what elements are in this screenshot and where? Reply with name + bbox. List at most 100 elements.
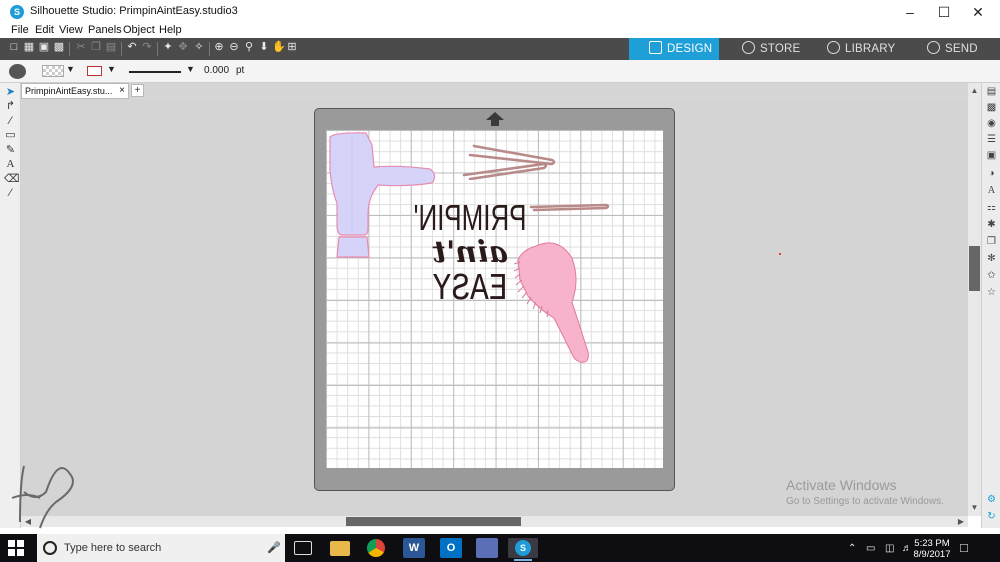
edit-points-icon[interactable]: ✧ xyxy=(193,41,205,53)
vertical-scrollbar[interactable]: ▲ ▼ xyxy=(968,83,981,516)
select-all-icon[interactable]: ✦ xyxy=(162,41,174,53)
minimize-icon[interactable]: – xyxy=(893,0,927,24)
transform-panel-icon[interactable]: ✻ xyxy=(985,252,998,265)
fill-palette-icon[interactable] xyxy=(9,64,26,79)
silhouette-studio-icon[interactable]: S xyxy=(508,538,538,561)
line-tool-icon[interactable]: ∕ xyxy=(4,115,17,128)
bobby-pin-pair-shape[interactable] xyxy=(460,140,558,180)
close-tab-icon[interactable]: × xyxy=(119,84,125,98)
fill-panel-icon[interactable]: ◉ xyxy=(985,117,998,130)
battery-icon[interactable]: ▭ xyxy=(866,543,875,554)
design-grid-icon xyxy=(649,41,662,54)
image-panel-icon[interactable]: ▩ xyxy=(985,101,998,114)
tab-send[interactable]: SEND xyxy=(915,38,995,60)
line-style-preview[interactable] xyxy=(129,71,181,73)
search-placeholder: Type here to search xyxy=(64,542,162,554)
favorites-star-icon[interactable]: ☆ xyxy=(985,286,998,299)
file-explorer-icon[interactable] xyxy=(330,541,350,556)
cut-icon[interactable]: ✂ xyxy=(75,41,87,53)
menu-view[interactable]: View xyxy=(59,24,83,36)
refresh-icon[interactable]: ↻ xyxy=(985,510,998,523)
volume-icon[interactable]: ♬ xyxy=(902,543,912,554)
outlook-icon[interactable]: O xyxy=(440,538,462,558)
scroll-down-icon[interactable]: ▼ xyxy=(968,503,981,513)
menu-help[interactable]: Help xyxy=(159,24,182,36)
line-width-field[interactable]: 0.000 xyxy=(204,65,229,76)
paste-icon[interactable]: ▤ xyxy=(105,41,117,53)
redo-icon[interactable]: ↷ xyxy=(141,41,153,53)
text-tool-icon[interactable]: A xyxy=(4,158,17,171)
close-icon[interactable]: ✕ xyxy=(961,0,995,24)
align-panel-icon[interactable]: ⚏ xyxy=(985,201,998,214)
zoom-out-icon[interactable]: ⊖ xyxy=(228,41,240,53)
silhouette-app-icon: S xyxy=(10,5,24,19)
chevron-down-icon[interactable]: ▼ xyxy=(66,64,75,74)
fit-page-icon[interactable]: ⊞ xyxy=(286,41,298,53)
scroll-right-icon[interactable]: ▶ xyxy=(956,516,966,527)
horizontal-scroll-thumb[interactable] xyxy=(346,517,521,526)
taskbar-clock[interactable]: 5:23 PM 8/9/2017 xyxy=(912,538,952,560)
knife-tool-icon[interactable]: ⁄ xyxy=(4,187,17,200)
word-icon[interactable]: W xyxy=(403,538,425,558)
taskbar-search-box[interactable]: Type here to search 🎤 xyxy=(37,534,285,562)
design-text-aint[interactable]: ain't xyxy=(350,235,590,270)
print-icon[interactable]: ▩ xyxy=(53,41,65,53)
scroll-up-icon[interactable]: ▲ xyxy=(968,86,981,96)
menu-edit[interactable]: Edit xyxy=(35,24,54,36)
offset-panel-icon[interactable]: ▣ xyxy=(985,149,998,162)
network-app-icon[interactable] xyxy=(476,538,498,558)
chevron-up-icon[interactable]: ⌃ xyxy=(848,543,856,554)
zoom-select-icon[interactable]: ⚲ xyxy=(243,41,255,53)
windows-start-icon[interactable] xyxy=(8,540,24,556)
hand-pan-icon[interactable]: ✋ xyxy=(272,41,286,53)
design-text-easy[interactable]: EASY xyxy=(372,268,569,311)
deselect-icon[interactable]: ✥ xyxy=(177,41,189,53)
point-edit-icon[interactable]: ↱ xyxy=(4,100,17,113)
tab-store[interactable]: STORE xyxy=(728,38,808,60)
rectangle-tool-icon[interactable]: ▭ xyxy=(4,129,17,142)
chevron-down-icon[interactable]: ▼ xyxy=(186,64,195,74)
design-text-primpin[interactable]: PRIMPIN' xyxy=(384,196,557,240)
replicate-panel-icon[interactable]: ✱ xyxy=(985,218,998,231)
title-bar: S Silhouette Studio: PrimpinAintEasy.stu… xyxy=(0,0,1000,24)
add-tab-button[interactable]: + xyxy=(131,84,144,97)
windows-taskbar: Type here to search 🎤 W O S ⌃ ▭ ◫ ♬ 5:23… xyxy=(0,534,1000,562)
chevron-down-icon[interactable]: ▼ xyxy=(107,64,116,74)
fill-color-swatch[interactable] xyxy=(42,65,64,77)
text-style-panel-icon[interactable]: A xyxy=(985,184,998,197)
menu-object[interactable]: Object xyxy=(123,24,155,36)
horizontal-scrollbar[interactable]: ◀ ▶ xyxy=(21,516,968,527)
microphone-icon[interactable]: 🎤 xyxy=(267,541,281,554)
right-panel-strip: ▤ ▩ ◉ ☰ ▣ ◑ A ⚏ ✱ ❐ ✻ ✩ ☆ ⚙ ↻ xyxy=(981,83,1000,528)
task-view-icon[interactable] xyxy=(294,541,312,555)
document-tab[interactable]: PrimpinAintEasy.stu... × xyxy=(21,83,129,99)
eraser-tool-icon[interactable]: ⌫ xyxy=(4,173,20,186)
open-folder-icon[interactable]: ▦ xyxy=(23,41,35,53)
undo-icon[interactable]: ↶ xyxy=(126,41,138,53)
line-color-swatch[interactable] xyxy=(87,66,102,76)
line-panel-icon[interactable]: ☰ xyxy=(985,133,998,146)
copy-icon[interactable]: ❐ xyxy=(90,41,102,53)
trace-panel-icon[interactable]: ✩ xyxy=(985,269,998,282)
select-arrow-icon[interactable]: ➤ xyxy=(4,86,17,99)
modify-panel-icon[interactable]: ❐ xyxy=(985,235,998,248)
page-setup-icon[interactable]: ▤ xyxy=(985,85,998,98)
design-text-group[interactable]: PRIMPIN' ain't EASY xyxy=(350,196,590,311)
new-document-icon[interactable]: □ xyxy=(8,41,20,53)
zoom-in-icon[interactable]: ⊕ xyxy=(213,41,225,53)
menu-panels[interactable]: Panels xyxy=(88,24,122,36)
menu-file[interactable]: File xyxy=(11,24,29,36)
tab-library[interactable]: LIBRARY xyxy=(817,38,907,60)
watermark-subtitle: Go to Settings to activate Windows. xyxy=(786,496,944,507)
action-center-icon[interactable]: □ xyxy=(960,540,968,555)
draw-tool-icon[interactable]: ✎ xyxy=(4,144,17,157)
network-icon[interactable]: ◫ xyxy=(885,543,894,554)
save-icon[interactable]: ▣ xyxy=(38,41,50,53)
chrome-icon[interactable] xyxy=(367,539,385,557)
maximize-icon[interactable]: ☐ xyxy=(927,0,961,24)
vertical-scroll-thumb[interactable] xyxy=(969,246,980,291)
contrast-panel-icon[interactable]: ◑ xyxy=(985,167,998,180)
gear-icon[interactable]: ⚙ xyxy=(985,493,998,506)
tab-design[interactable]: DESIGN xyxy=(629,38,719,60)
pan-down-icon[interactable]: ⬇ xyxy=(258,41,270,53)
